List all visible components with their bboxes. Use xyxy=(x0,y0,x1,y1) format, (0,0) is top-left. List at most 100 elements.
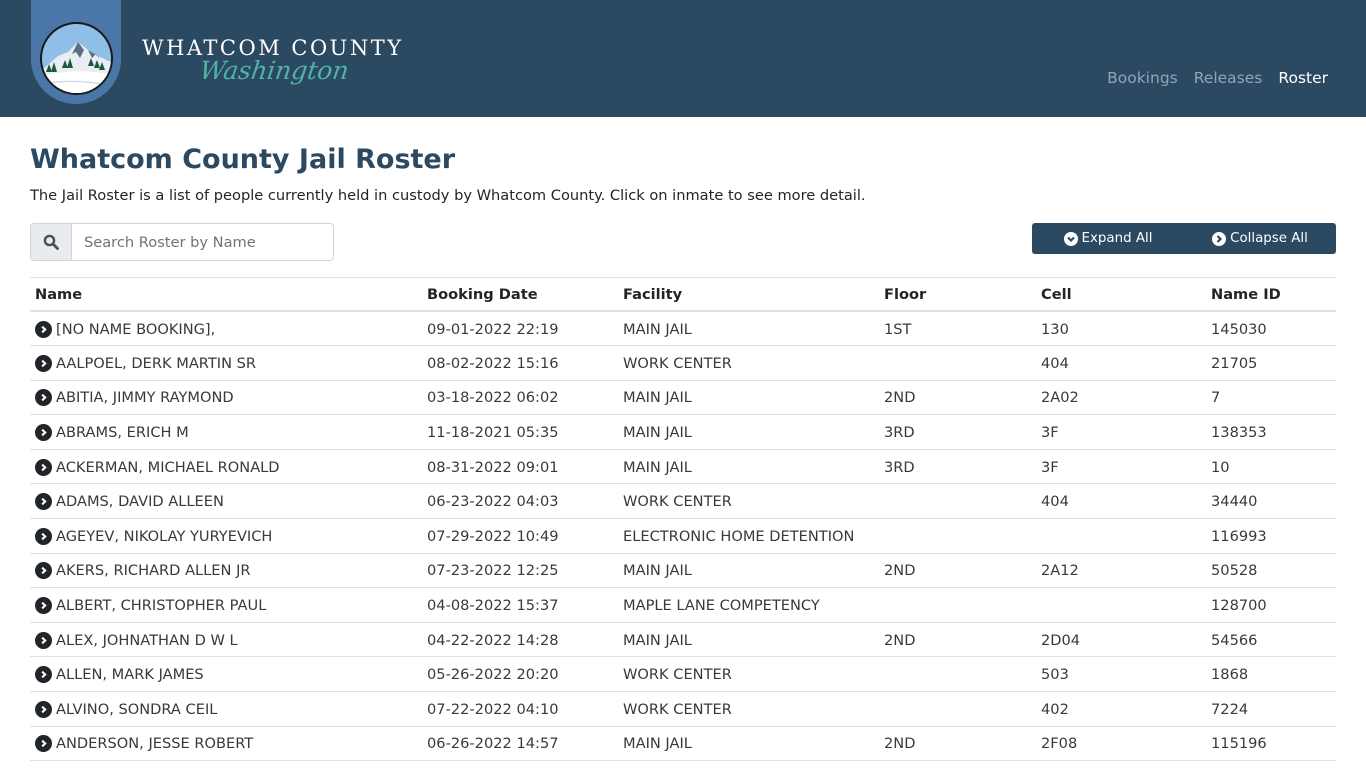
table-row[interactable]: ALVINO, SONDRA CEIL 07-22-2022 04:10 WORK … xyxy=(30,691,1336,727)
name-cell[interactable]: AALPOEL, DERK MARTIN SR xyxy=(30,345,422,381)
chevron-circle-right-icon[interactable] xyxy=(35,389,52,407)
name-id-cell: 7224 xyxy=(1206,691,1336,727)
name-cell[interactable]: ABRAMS, ERICH M xyxy=(30,414,422,450)
county-seal-logo[interactable] xyxy=(40,22,113,95)
booking-date-cell: 05-26-2022 20:20 xyxy=(422,656,618,693)
table-row[interactable]: ALBERT, CHRISTOPHER PAUL 04-08-2022 15:37… xyxy=(30,587,1336,623)
column-header-floor[interactable]: Floor xyxy=(879,277,1036,312)
column-header-booking-date[interactable]: Booking Date xyxy=(422,277,618,312)
booking-date-cell: 07-29-2022 10:49 xyxy=(422,518,618,554)
inmate-name[interactable]: AGEYEV, NIKOLAY YURYEVICH xyxy=(56,528,272,545)
chevron-circle-right-icon[interactable] xyxy=(35,354,52,372)
chevron-circle-right-icon[interactable] xyxy=(35,458,52,476)
expand-all-button[interactable]: Expand All xyxy=(1032,223,1184,254)
chevron-circle-right-icon[interactable] xyxy=(35,666,52,684)
chevron-circle-right-icon[interactable] xyxy=(35,527,52,545)
name-cell[interactable]: ALVINO, SONDRA CEIL xyxy=(30,691,422,727)
floor-cell: 2ND xyxy=(879,726,1036,762)
table-row[interactable]: ALLEN, MARK JAMES 05-26-2022 20:20 WORK CE… xyxy=(30,656,1336,693)
booking-date-cell: 03-18-2022 06:02 xyxy=(422,380,618,416)
name-cell[interactable]: ABITIA, JIMMY RAYMOND xyxy=(30,380,422,416)
floor-cell xyxy=(879,691,1036,727)
facility-cell: MAIN JAIL xyxy=(618,311,879,347)
chevron-circle-right-icon[interactable] xyxy=(35,320,52,338)
booking-date-cell: 09-01-2022 22:19 xyxy=(422,311,618,347)
table-row[interactable]: ACKERMAN, MICHAEL RONALD 08-31-2022 09:01… xyxy=(30,449,1336,485)
floor-cell: 2ND xyxy=(879,553,1036,589)
nav-releases[interactable]: Releases xyxy=(1194,69,1263,87)
inmate-name[interactable]: ABITIA, JIMMY RAYMOND xyxy=(56,389,234,406)
table-row[interactable]: ABRAMS, ERICH M 11-18-2021 05:35 MAIN JAIL… xyxy=(30,414,1336,450)
table-row[interactable]: AGEYEV, NIKOLAY YURYEVICH 07-29-2022 10:4… xyxy=(30,518,1336,554)
inmate-name[interactable]: ANDERSON, JESSE ROBERT xyxy=(56,735,253,752)
chevron-circle-right-icon[interactable] xyxy=(35,735,52,753)
chevron-circle-right-icon[interactable] xyxy=(35,562,52,580)
booking-date-cell: 04-08-2022 15:37 xyxy=(422,587,618,623)
table-row[interactable]: ALEX, JOHNATHAN D W L 04-22-2022 14:28 MAI… xyxy=(30,622,1336,658)
inmate-name[interactable]: ADAMS, DAVID ALLEEN xyxy=(56,493,224,510)
brand[interactable]: WHATCOM COUNTY Washington xyxy=(142,36,404,85)
name-cell[interactable]: [NO NAME BOOKING], xyxy=(30,311,422,347)
inmate-name[interactable]: ALBERT, CHRISTOPHER PAUL xyxy=(56,597,266,614)
nav-roster[interactable]: Roster xyxy=(1278,69,1328,87)
name-id-cell: 115196 xyxy=(1206,726,1336,762)
floor-cell xyxy=(879,656,1036,693)
page-title: Whatcom County Jail Roster xyxy=(30,144,456,175)
search-input[interactable] xyxy=(72,224,333,260)
inmate-name[interactable]: [NO NAME BOOKING], xyxy=(56,321,215,338)
chevron-circle-right-icon[interactable] xyxy=(35,631,52,649)
cell-cell: 404 xyxy=(1036,345,1206,381)
chevron-circle-right-icon[interactable] xyxy=(35,597,52,615)
name-id-cell: 34440 xyxy=(1206,483,1336,520)
name-cell[interactable]: ALBERT, CHRISTOPHER PAUL xyxy=(30,587,422,623)
inmate-name[interactable]: ALEX, JOHNATHAN D W L xyxy=(56,632,238,649)
column-header-name-id[interactable]: Name ID xyxy=(1206,277,1336,312)
cell-cell: 404 xyxy=(1036,483,1206,520)
column-header-facility[interactable]: Facility xyxy=(618,277,879,312)
table-row[interactable]: ABITIA, JIMMY RAYMOND 03-18-2022 06:02 MAI… xyxy=(30,380,1336,416)
inmate-name[interactable]: ALVINO, SONDRA CEIL xyxy=(56,701,217,718)
name-cell[interactable]: ALLEN, MARK JAMES xyxy=(30,656,422,693)
cell-cell: 2A12 xyxy=(1036,553,1206,589)
floor-cell xyxy=(879,345,1036,381)
cell-cell: 3F xyxy=(1036,414,1206,450)
cell-cell xyxy=(1036,587,1206,623)
cell-cell: 2A02 xyxy=(1036,380,1206,416)
table-row[interactable]: ANDERSON, JESSE ROBERT 06-26-2022 14:57 MA… xyxy=(30,726,1336,762)
facility-cell: WORK CENTER xyxy=(618,691,879,727)
column-header-cell[interactable]: Cell xyxy=(1036,277,1206,312)
search-group xyxy=(30,223,334,261)
name-id-cell: 128700 xyxy=(1206,587,1336,623)
nav-bookings[interactable]: Bookings xyxy=(1107,69,1178,87)
column-header-name[interactable]: Name xyxy=(30,277,422,312)
inmate-name[interactable]: ABRAMS, ERICH M xyxy=(56,424,189,441)
facility-cell: MAIN JAIL xyxy=(618,414,879,450)
facility-cell: MAIN JAIL xyxy=(618,622,879,658)
table-row[interactable]: AALPOEL, DERK MARTIN SR 08-02-2022 15:16 W… xyxy=(30,345,1336,381)
chevron-circle-right-icon[interactable] xyxy=(35,424,52,442)
table-row[interactable]: AKERS, RICHARD ALLEN JR 07-23-2022 12:25 M… xyxy=(30,553,1336,589)
booking-date-cell: 07-22-2022 04:10 xyxy=(422,691,618,727)
name-cell[interactable]: AKERS, RICHARD ALLEN JR xyxy=(30,553,422,589)
inmate-name[interactable]: ACKERMAN, MICHAEL RONALD xyxy=(56,459,280,476)
name-cell[interactable]: AGEYEV, NIKOLAY YURYEVICH xyxy=(30,518,422,554)
chevron-circle-right-icon xyxy=(1212,231,1227,246)
chevron-circle-right-icon[interactable] xyxy=(35,700,52,718)
name-cell[interactable]: ANDERSON, JESSE ROBERT xyxy=(30,726,422,762)
inmate-name[interactable]: AKERS, RICHARD ALLEN JR xyxy=(56,562,251,579)
name-cell[interactable]: ACKERMAN, MICHAEL RONALD xyxy=(30,449,422,485)
collapse-all-button[interactable]: Collapse All xyxy=(1184,223,1336,254)
name-cell[interactable]: ADAMS, DAVID ALLEEN xyxy=(30,483,422,520)
page-description: The Jail Roster is a list of people curr… xyxy=(30,187,866,204)
name-cell[interactable]: ALEX, JOHNATHAN D W L xyxy=(30,622,422,658)
table-row[interactable]: ADAMS, DAVID ALLEEN 06-23-2022 04:03 WORK … xyxy=(30,483,1336,520)
inmate-name[interactable]: AALPOEL, DERK MARTIN SR xyxy=(56,355,256,372)
inmate-name[interactable]: ALLEN, MARK JAMES xyxy=(56,666,204,683)
chevron-circle-right-icon[interactable] xyxy=(35,493,52,511)
roster-table: Name Booking Date Facility Floor Cell Na… xyxy=(30,277,1336,762)
search-icon xyxy=(31,224,72,260)
table-row[interactable]: [NO NAME BOOKING], 09-01-2022 22:19 MAIN J… xyxy=(30,311,1336,347)
booking-date-cell: 04-22-2022 14:28 xyxy=(422,622,618,658)
booking-date-cell: 06-23-2022 04:03 xyxy=(422,483,618,520)
roster-table-body: [NO NAME BOOKING], 09-01-2022 22:19 MAIN J… xyxy=(30,311,1336,762)
